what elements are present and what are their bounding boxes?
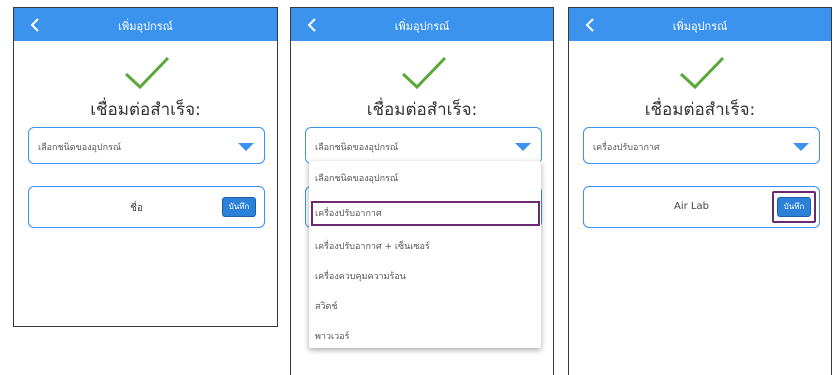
device-type-dropdown[interactable]: เลือกชนิดของอุปกรณ์ <box>28 127 265 164</box>
save-button-highlight <box>772 191 816 223</box>
success-message: เชื่อมต่อสำเร็จ: <box>644 100 756 120</box>
menu-item[interactable]: เครื่องควบคุมความร้อน <box>309 265 541 289</box>
menu-item[interactable]: เครื่องปรับอากาศ + เซ็นเซอร์ <box>309 235 541 259</box>
caret-down-icon <box>515 143 531 151</box>
device-name-field[interactable]: Air Lab บันทึก <box>583 186 820 228</box>
caret-down-icon <box>793 143 809 151</box>
checkmark-icon <box>401 56 447 90</box>
page-title: เพิ่มอุปกรณ์ <box>672 20 728 33</box>
success-message: เชื่อมต่อสำเร็จ: <box>366 100 478 120</box>
save-button[interactable]: บันทึก <box>222 197 256 217</box>
caret-down-icon <box>238 143 254 151</box>
name-value: Air Lab <box>674 201 709 212</box>
device-type-dropdown[interactable]: เลือกชนิดของอุปกรณ์ <box>305 127 542 164</box>
dropdown-value: เลือกชนิดของอุปกรณ์ <box>38 143 122 153</box>
app-header: เพิ่มอุปกรณ์ <box>14 8 277 41</box>
dropdown-value: เครื่องปรับอากาศ <box>593 143 660 153</box>
dropdown-value: เลือกชนิดของอุปกรณ์ <box>315 143 399 153</box>
name-placeholder: ชื่อ <box>130 203 143 214</box>
screen-panel-2: เพิ่มอุปกรณ์ เชื่อมต่อสำเร็จ: เลือกชนิดข… <box>290 7 554 375</box>
menu-item[interactable]: เลือกชนิดของอุปกรณ์ <box>309 167 541 191</box>
checkmark-icon <box>679 56 725 90</box>
device-type-dropdown[interactable]: เครื่องปรับอากาศ <box>583 127 820 164</box>
checkmark-icon <box>124 56 170 90</box>
menu-item[interactable]: สวิตช์ <box>309 295 541 319</box>
app-header: เพิ่มอุปกรณ์ <box>569 8 831 41</box>
device-name-field[interactable]: ชื่อ บันทึก <box>28 186 265 228</box>
menu-item[interactable]: พาวเวอร์ <box>309 325 541 349</box>
page-title: เพิ่มอุปกรณ์ <box>394 20 450 33</box>
selection-highlight <box>311 201 540 226</box>
page-title: เพิ่มอุปกรณ์ <box>118 20 173 33</box>
screen-panel-3: เพิ่มอุปกรณ์ เชื่อมต่อสำเร็จ: เครื่องปรั… <box>568 7 832 375</box>
success-message: เชื่อมต่อสำเร็จ: <box>90 100 201 120</box>
screen-panel-1: เพิ่มอุปกรณ์ เชื่อมต่อสำเร็จ: เลือกชนิดข… <box>13 7 278 327</box>
app-header: เพิ่มอุปกรณ์ <box>291 8 553 41</box>
device-type-menu: เลือกชนิดของอุปกรณ์ เครื่องปรับอากาศ เคร… <box>309 161 541 348</box>
